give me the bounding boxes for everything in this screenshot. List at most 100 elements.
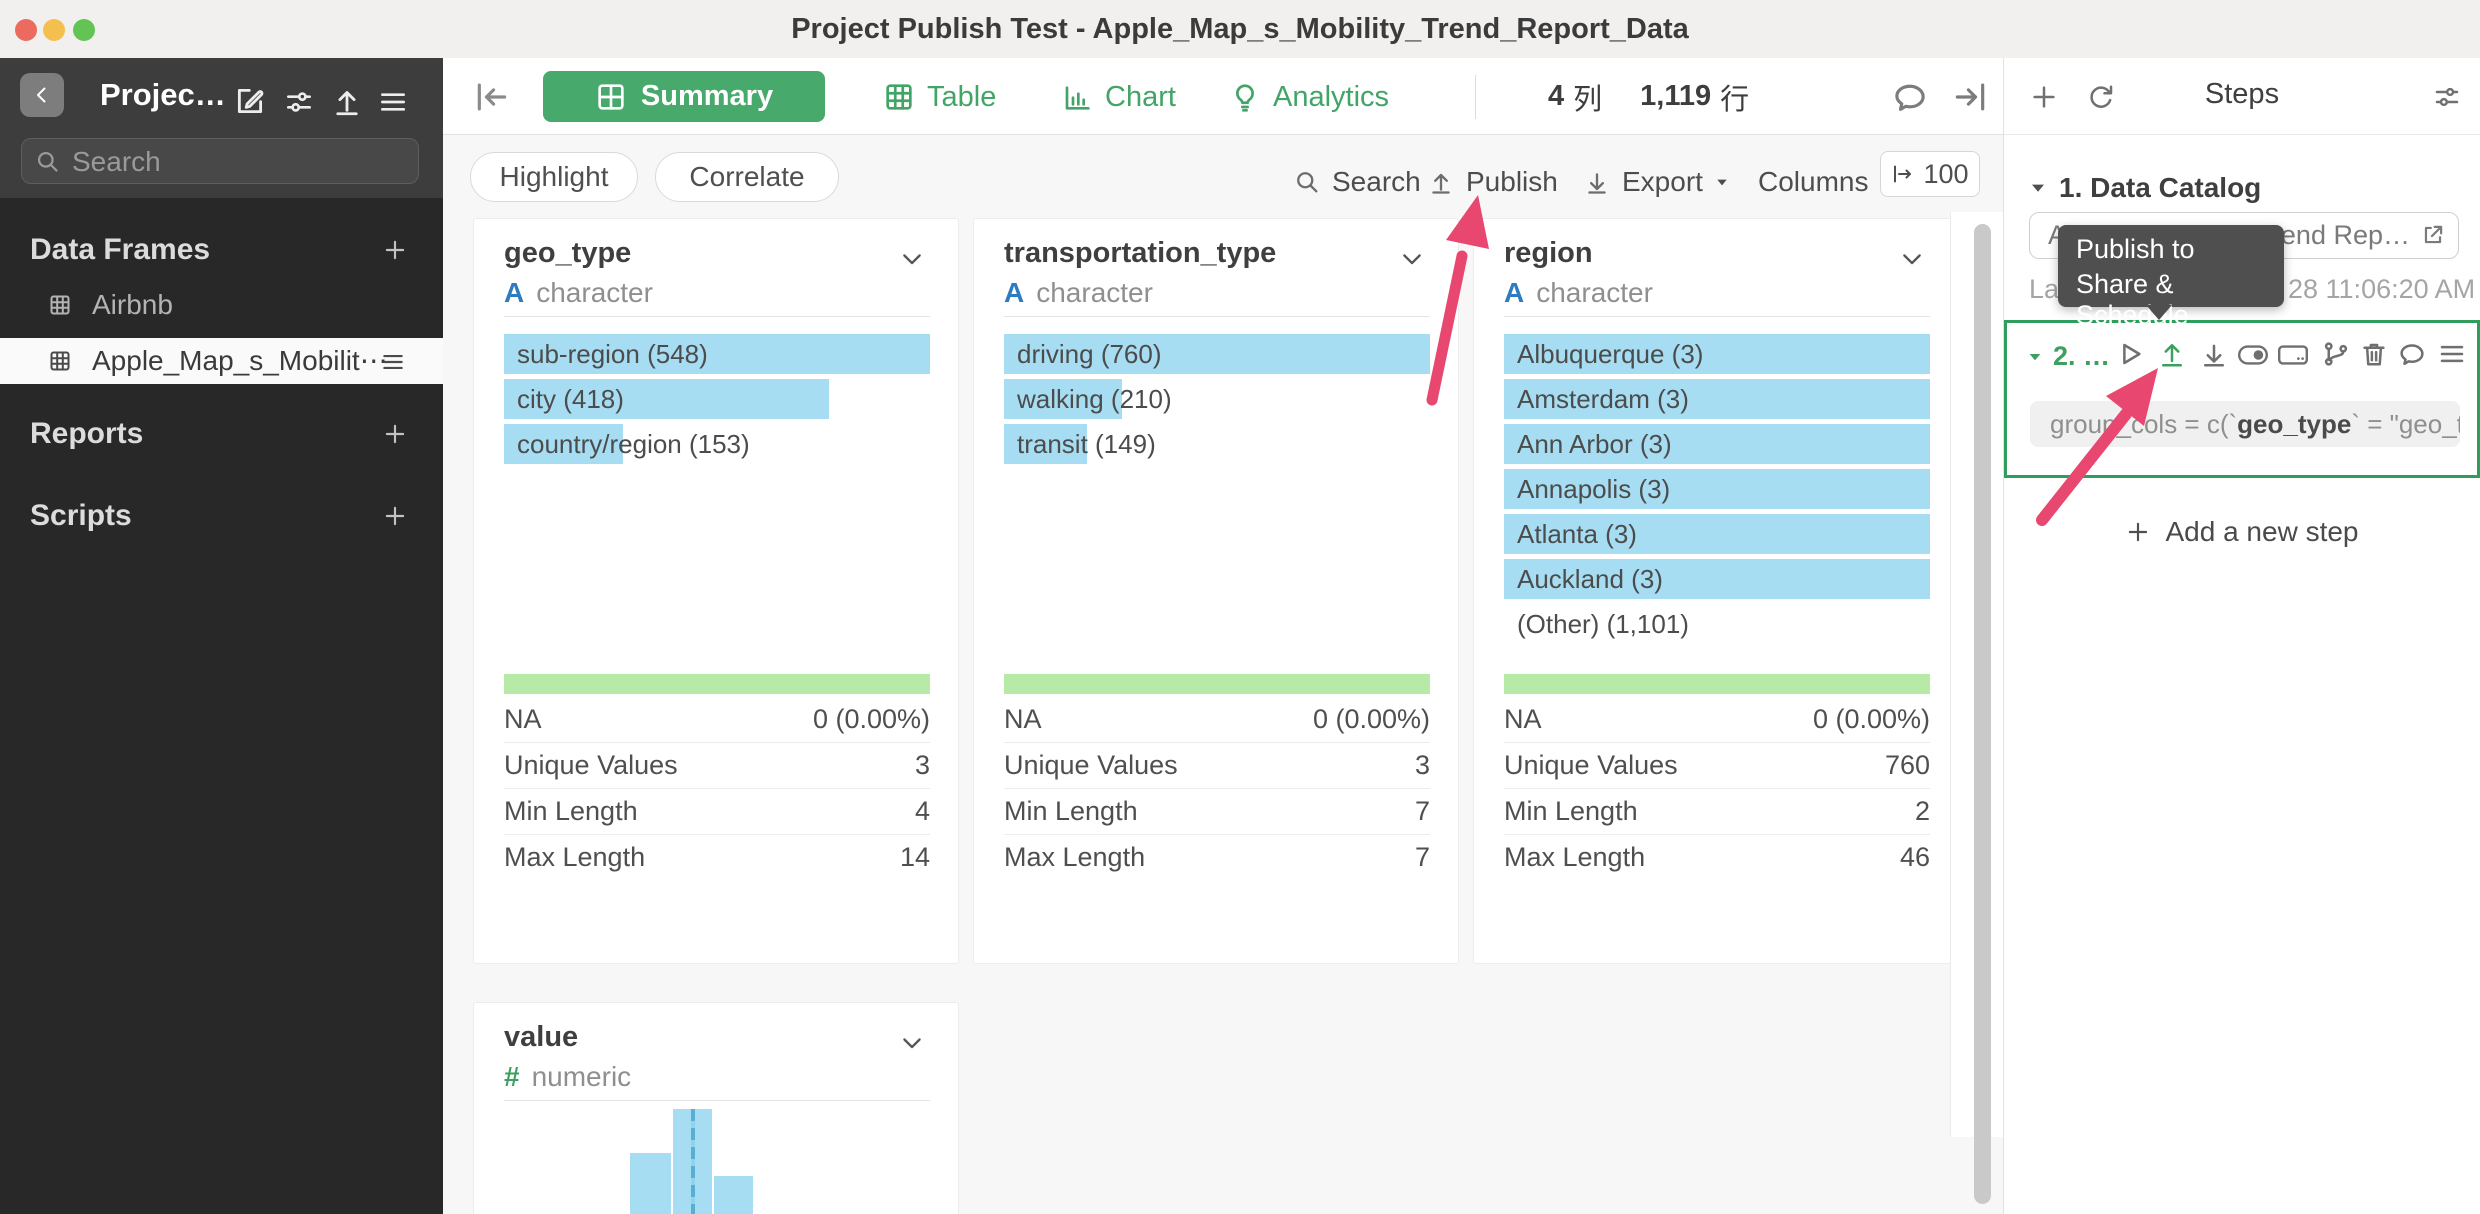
search-icon <box>1293 168 1321 196</box>
sidebar: Projec… <box>0 58 443 1214</box>
histogram-bar[interactable] <box>630 1153 671 1214</box>
comment-button[interactable] <box>1891 78 1929 116</box>
tab-chart[interactable]: Chart <box>1061 80 1176 114</box>
sidebar-item-airbnb[interactable]: Airbnb <box>0 282 443 328</box>
step-menu-button[interactable] <box>2437 339 2467 369</box>
chevron-down-icon[interactable] <box>1398 245 1426 273</box>
step-2-header[interactable]: 2. … <box>2027 341 2110 372</box>
step-1-label: 1. Data Catalog <box>2059 172 2261 204</box>
value-bar[interactable]: Amsterdam (3) <box>1504 379 1930 419</box>
plus-icon <box>382 503 408 529</box>
publish-step-button[interactable] <box>2157 339 2187 369</box>
stat-row: NA 0 (0.00%) <box>1504 697 1930 743</box>
download-step-button[interactable] <box>2199 339 2229 369</box>
stat-label: NA <box>1004 697 1042 742</box>
chevron-left-icon <box>30 83 54 107</box>
value-bar[interactable]: Albuquerque (3) <box>1504 334 1930 374</box>
project-menu-button[interactable] <box>377 86 409 118</box>
collapse-sidebar-button[interactable] <box>473 78 511 116</box>
hamburger-icon <box>377 86 409 118</box>
stat-label: Max Length <box>504 835 645 880</box>
column-name: value <box>504 1021 578 1054</box>
value-bar[interactable]: city (418) <box>504 379 930 419</box>
sidebar-section-reports: Reports <box>0 410 443 458</box>
plus-icon <box>2125 519 2151 545</box>
step-1-header[interactable]: 1. Data Catalog <box>2029 172 2261 204</box>
row-count: 1,119 <box>1640 80 1711 113</box>
tab-table[interactable]: Table <box>883 80 996 114</box>
stat-label: Unique Values <box>1504 743 1678 788</box>
stat-value: 14 <box>900 835 930 880</box>
search-input[interactable] <box>70 139 404 185</box>
na-indicator-bar <box>1504 674 1930 694</box>
publish-project-button[interactable] <box>330 84 364 118</box>
chevron-down-icon[interactable] <box>898 245 926 273</box>
rename-project-button[interactable] <box>233 84 267 118</box>
scrollbar-thumb[interactable] <box>1974 224 1991 1204</box>
add-script-button[interactable] <box>382 503 408 529</box>
toggle-step-button[interactable] <box>2237 343 2269 367</box>
column-limit-button[interactable]: 100 <box>1880 151 1980 197</box>
hamburger-icon <box>380 349 406 375</box>
tab-summary[interactable]: Summary <box>543 71 825 122</box>
branch-step-button[interactable] <box>2321 339 2351 369</box>
publish-action[interactable]: Publish <box>1427 162 1558 202</box>
cache-step-button[interactable] <box>2277 343 2309 367</box>
stat-value: 7 <box>1415 835 1430 880</box>
external-link-icon <box>2420 222 2446 248</box>
export-action[interactable]: Export <box>1583 162 1730 202</box>
value-bar[interactable]: Annapolis (3) <box>1504 469 1930 509</box>
step-code-preview[interactable]: group_cols = c(`geo_type` = "geo_t… <box>2030 401 2460 447</box>
bar-label: country/region (153) <box>504 424 930 464</box>
back-button[interactable] <box>20 73 64 117</box>
chevron-down-icon[interactable] <box>1898 245 1926 273</box>
tab-analytics[interactable]: Analytics <box>1229 80 1389 114</box>
stat-row: Min Length 4 <box>504 789 930 835</box>
stat-value: 46 <box>1900 835 1930 880</box>
project-title: Projec… <box>100 73 226 117</box>
correlate-button[interactable]: Correlate <box>655 152 839 202</box>
sidebar-header: Projec… <box>0 58 443 198</box>
run-step-button[interactable] <box>2115 339 2145 369</box>
sidebar-item-apple-map[interactable]: Apple_Map_s_Mobilit⋯ <box>0 338 443 384</box>
histogram-bar[interactable] <box>714 1176 753 1214</box>
add-report-button[interactable] <box>382 421 408 447</box>
download-icon <box>2199 339 2229 369</box>
value-bar[interactable]: country/region (153) <box>504 424 930 464</box>
add-data-frame-button[interactable] <box>382 237 408 263</box>
search-action[interactable]: Search <box>1293 162 1421 202</box>
value-bar[interactable]: walking (210) <box>1004 379 1430 419</box>
collapse-steps-panel-button[interactable] <box>1951 78 1989 116</box>
delete-step-button[interactable] <box>2359 339 2389 369</box>
stat-value: 0 (0.00%) <box>1813 697 1930 742</box>
dimension-counts: 4 列 1,119 行 <box>1548 58 1749 135</box>
stat-label: Unique Values <box>1004 743 1178 788</box>
comment-step-button[interactable] <box>2397 339 2427 369</box>
search-label: Search <box>1332 166 1421 198</box>
column-type: # numeric <box>504 1061 631 1093</box>
stat-value: 2 <box>1915 789 1930 834</box>
collapse-right-icon <box>1951 78 1989 116</box>
steps-settings-button[interactable] <box>2432 82 2462 112</box>
data-frame-menu-button[interactable] <box>380 349 406 375</box>
value-bar[interactable]: Auckland (3) <box>1504 559 1930 599</box>
sidebar-item-label: Apple_Map_s_Mobilit⋯ <box>92 338 388 384</box>
sliders-icon <box>283 86 315 118</box>
other-values-label: (Other) (1,101) <box>1504 604 1930 644</box>
divider <box>1504 316 1930 317</box>
project-settings-button[interactable] <box>283 86 315 118</box>
columns-action[interactable]: Columns <box>1758 162 1868 202</box>
tooltip-caret <box>2146 305 2172 320</box>
highlight-button[interactable]: Highlight <box>470 152 638 202</box>
chevron-down-icon[interactable] <box>898 1029 926 1057</box>
value-bar[interactable]: sub-region (548) <box>504 334 930 374</box>
drive-icon <box>2277 343 2309 367</box>
window-title: Project Publish Test - Apple_Map_s_Mobil… <box>0 0 2480 58</box>
value-bar[interactable]: Ann Arbor (3) <box>1504 424 1930 464</box>
stat-label: Max Length <box>1004 835 1145 880</box>
app-window: Project Publish Test - Apple_Map_s_Mobil… <box>0 0 2480 1214</box>
add-new-step-button[interactable]: Add a new step <box>2004 508 2480 556</box>
value-bar[interactable]: transit (149) <box>1004 424 1430 464</box>
value-bar[interactable]: driving (760) <box>1004 334 1430 374</box>
value-bar[interactable]: Atlanta (3) <box>1504 514 1930 554</box>
